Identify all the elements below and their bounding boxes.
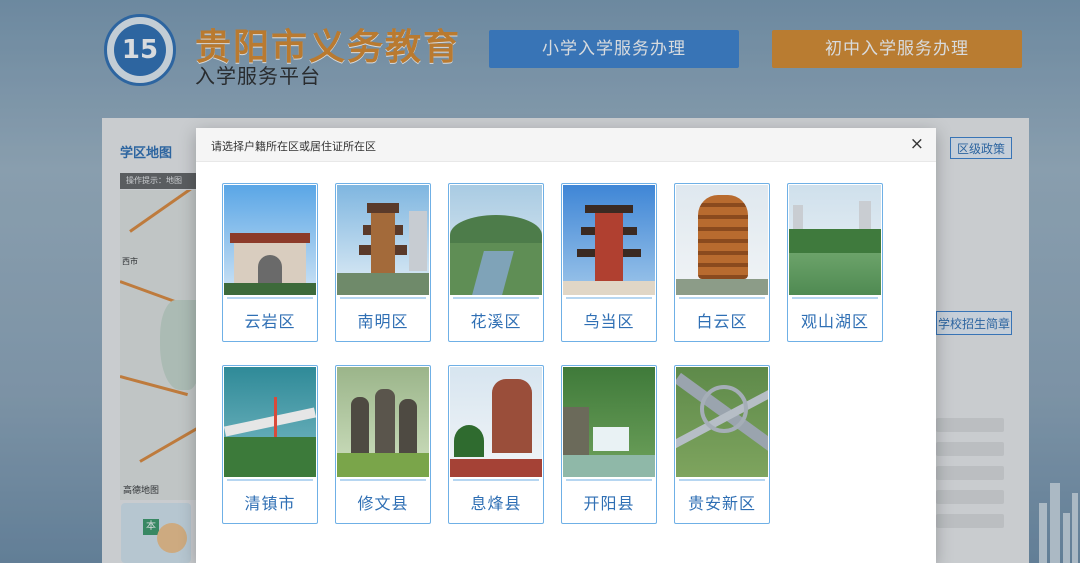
district-name: 贵安新区	[687, 494, 756, 513]
lake-park-icon	[789, 185, 881, 295]
card-divider	[566, 297, 652, 299]
district-name: 息烽县	[470, 494, 522, 513]
district-name: 云岩区	[244, 312, 296, 331]
monument-sculpture-icon	[450, 367, 542, 477]
bridge-lake-icon	[224, 367, 316, 477]
close-icon[interactable]: ×	[910, 134, 924, 154]
district-card-huaxi[interactable]: 花溪区	[448, 183, 544, 342]
card-divider	[679, 479, 765, 481]
district-name: 修文县	[357, 494, 409, 513]
waterfall-icon	[563, 367, 655, 477]
round-tower-icon	[676, 185, 768, 295]
card-divider	[792, 297, 878, 299]
card-divider	[453, 297, 539, 299]
river-valley-icon	[450, 185, 542, 295]
district-card-wudang[interactable]: 乌当区	[561, 183, 657, 342]
district-name: 南明区	[357, 312, 409, 331]
jiaxiu-pavilion-icon	[337, 185, 429, 295]
card-divider	[340, 297, 426, 299]
district-name: 花溪区	[470, 312, 522, 331]
highway-interchange-icon	[676, 367, 768, 477]
district-card-nanming[interactable]: 南明区	[335, 183, 431, 342]
pagoda-tower-icon	[563, 185, 655, 295]
district-name: 开阳县	[583, 494, 635, 513]
card-divider	[227, 479, 313, 481]
district-select-dialog: 请选择户籍所在区或居住证所在区 × 云岩区 南明区 花溪区 乌当区 白云区 观山…	[196, 128, 936, 563]
archway-gate-icon	[224, 185, 316, 295]
district-card-guian[interactable]: 贵安新区	[674, 365, 770, 524]
card-divider	[340, 479, 426, 481]
district-card-guanshanhu[interactable]: 观山湖区	[787, 183, 883, 342]
district-name: 白云区	[696, 312, 748, 331]
district-card-kaiyang[interactable]: 开阳县	[561, 365, 657, 524]
card-divider	[679, 297, 765, 299]
district-name: 清镇市	[244, 494, 296, 513]
card-divider	[453, 479, 539, 481]
district-name: 观山湖区	[800, 312, 869, 331]
card-divider	[566, 479, 652, 481]
district-card-xifeng[interactable]: 息烽县	[448, 365, 544, 524]
district-card-qingzhen[interactable]: 清镇市	[222, 365, 318, 524]
district-name: 乌当区	[583, 312, 635, 331]
dialog-header: 请选择户籍所在区或居住证所在区 ×	[196, 128, 936, 162]
district-card-xiuwen[interactable]: 修文县	[335, 365, 431, 524]
statues-garden-icon	[337, 367, 429, 477]
card-divider	[227, 297, 313, 299]
district-card-baiyun[interactable]: 白云区	[674, 183, 770, 342]
district-card-yunyan[interactable]: 云岩区	[222, 183, 318, 342]
dialog-title: 请选择户籍所在区或居住证所在区	[211, 140, 376, 153]
